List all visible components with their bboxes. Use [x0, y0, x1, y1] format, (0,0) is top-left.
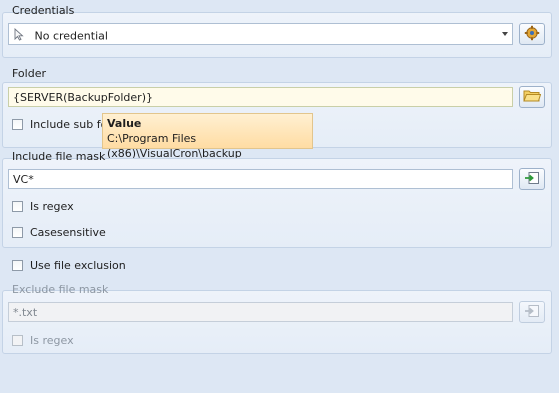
include-insert-button[interactable]: [519, 168, 545, 190]
value-tooltip: Value C:\Program Files (x86)\VisualCron\…: [102, 113, 313, 160]
exclude-regex-checkbox[interactable]: Is regex: [12, 334, 74, 347]
exclude-insert-button[interactable]: [519, 301, 545, 323]
folder-icon: [523, 88, 542, 106]
credentials-combo[interactable]: No credential: [8, 23, 513, 45]
cursor-pointer-icon: [13, 27, 25, 44]
credentials-value: No credential: [34, 29, 108, 43]
browse-folder-button[interactable]: [519, 86, 545, 108]
exclude-regex-box[interactable]: [12, 335, 23, 346]
exclude-mask-input[interactable]: *.txt: [8, 302, 513, 322]
use-exclusion-checkbox[interactable]: Use file exclusion: [12, 259, 126, 272]
casesensitive-box[interactable]: [12, 227, 23, 238]
include-mask-legend: Include file mask: [12, 150, 106, 163]
casesensitive-label: Casesensitive: [30, 226, 106, 239]
credentials-legend: Credentials: [12, 4, 75, 17]
include-mask-input[interactable]: VC*: [8, 169, 513, 189]
include-regex-label: Is regex: [30, 200, 74, 213]
exclude-mask-group: [2, 290, 552, 354]
include-regex-box[interactable]: [12, 201, 23, 212]
insert-variable-icon: [524, 304, 540, 321]
chevron-down-icon[interactable]: [502, 32, 508, 36]
include-subfolders-label: Include sub fo: [30, 118, 108, 131]
folder-input[interactable]: {SERVER(BackupFolder)}: [8, 87, 513, 107]
exclude-regex-label: Is regex: [30, 334, 74, 347]
use-exclusion-label: Use file exclusion: [30, 259, 126, 272]
tooltip-title: Value: [107, 117, 142, 130]
include-subfolders-checkbox[interactable]: Include sub fo: [12, 118, 107, 131]
use-exclusion-box[interactable]: [12, 260, 23, 271]
insert-variable-icon: [524, 171, 540, 188]
folder-legend: Folder: [12, 67, 46, 80]
tooltip-text: C:\Program Files (x86)\VisualCron\backup: [107, 132, 242, 160]
include-subfolders-box[interactable]: [12, 119, 23, 130]
credential-settings-button[interactable]: [519, 23, 545, 45]
casesensitive-checkbox[interactable]: Casesensitive: [12, 226, 106, 239]
include-regex-checkbox[interactable]: Is regex: [12, 200, 74, 213]
exclude-mask-legend: Exclude file mask: [12, 283, 109, 296]
gear-settings-icon: [523, 25, 541, 44]
